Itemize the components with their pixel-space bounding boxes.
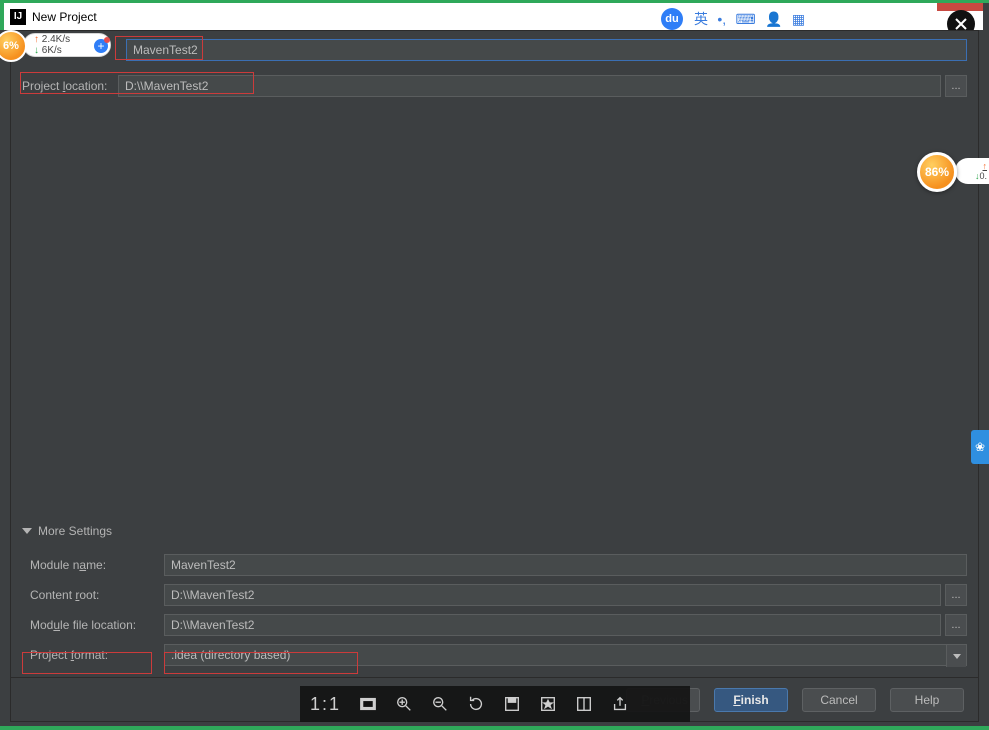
zoom-ratio: 1:1 <box>310 694 341 715</box>
project-location-browse-button[interactable]: ... <box>945 75 967 97</box>
ime-punct-icon[interactable]: •, <box>717 11 726 27</box>
content-root-row: Content root: D:\\MavenTest2 ... <box>22 580 967 610</box>
image-viewer-toolbar[interactable]: 1:1 <box>300 686 690 722</box>
help-button[interactable]: Help <box>890 688 964 712</box>
app-icon: IJ <box>10 9 26 25</box>
more-settings-toggle[interactable]: More Settings <box>22 524 967 538</box>
project-format-value: .idea (directory based) <box>171 648 290 662</box>
compare-icon[interactable] <box>575 695 593 713</box>
app-icon-text: IJ <box>14 11 22 22</box>
project-location-input[interactable]: D:\\MavenTest2 <box>118 75 941 97</box>
net-badge-right[interactable]: 86% <box>917 152 957 192</box>
project-name-input[interactable]: MavenTest2 <box>126 39 967 61</box>
favorite-icon[interactable] <box>539 695 557 713</box>
side-tab-button[interactable]: ❀ <box>971 430 989 464</box>
net-badge-right-strip[interactable]: 0. <box>955 158 989 184</box>
dialog-panel: MavenTest2 Project location: D:\\MavenTe… <box>10 30 979 722</box>
ime-grid-icon[interactable]: ▦ <box>792 11 805 27</box>
content-root-browse-button[interactable]: ... <box>945 584 967 606</box>
project-format-label: Project format: <box>22 648 164 662</box>
content-root-label: Content root: <box>22 588 164 602</box>
ime-lang[interactable]: 英 <box>694 11 708 27</box>
dropdown-chevron-icon[interactable] <box>946 645 966 667</box>
content-root-value: D:\\MavenTest2 <box>171 588 254 602</box>
share-icon[interactable] <box>611 695 629 713</box>
ime-user-icon[interactable]: 👤 <box>765 11 782 27</box>
module-file-browse-button[interactable]: ... <box>945 614 967 636</box>
module-name-row: Module name: MavenTest2 <box>22 550 967 580</box>
module-name-label: Module name: <box>22 558 164 572</box>
ime-toolbar[interactable]: du 英 •, ⌨ 👤 ▦ <box>657 6 827 32</box>
titlebar: IJ New Project <box>4 3 983 30</box>
ime-keyboard-icon[interactable]: ⌨ <box>735 11 755 27</box>
content-root-input[interactable]: D:\\MavenTest2 <box>164 584 941 606</box>
rotate-icon[interactable] <box>467 695 485 713</box>
project-location-label: Project location: <box>22 79 118 93</box>
net-right-down: 0. <box>975 171 987 181</box>
project-format-row: Project format: .idea (directory based) <box>22 640 967 670</box>
module-file-row: Module file location: D:\\MavenTest2 ... <box>22 610 967 640</box>
ime-logo-icon: du <box>661 8 683 30</box>
project-name-row: MavenTest2 <box>22 39 967 61</box>
module-name-value: MavenTest2 <box>171 558 236 572</box>
module-file-input[interactable]: D:\\MavenTest2 <box>164 614 941 636</box>
project-location-row: Project location: D:\\MavenTest2 ... <box>22 75 967 97</box>
window-title: New Project <box>32 10 97 24</box>
ime-icons[interactable]: 英 •, ⌨ 👤 ▦ <box>691 9 808 29</box>
net-plus-button[interactable]: + <box>92 37 110 55</box>
fit-screen-icon[interactable] <box>359 695 377 713</box>
finish-button[interactable]: Finish <box>714 688 788 712</box>
notification-dot-icon <box>104 37 110 43</box>
more-settings-label: More Settings <box>38 524 112 538</box>
chevron-down-icon <box>22 528 32 534</box>
cancel-button[interactable]: Cancel <box>802 688 876 712</box>
zoom-out-icon[interactable] <box>431 695 449 713</box>
module-file-value: D:\\MavenTest2 <box>171 618 254 632</box>
module-file-label: Module file location: <box>22 618 164 632</box>
project-location-value: D:\\MavenTest2 <box>125 79 208 93</box>
more-settings-section: More Settings Module name: MavenTest2 Co… <box>22 524 967 670</box>
save-icon[interactable] <box>503 695 521 713</box>
module-name-input[interactable]: MavenTest2 <box>164 554 967 576</box>
net-right-up <box>983 161 988 171</box>
close-icon <box>954 17 968 31</box>
zoom-in-icon[interactable] <box>395 695 413 713</box>
project-format-select[interactable]: .idea (directory based) <box>164 644 967 666</box>
window-chrome-bottom <box>0 726 989 730</box>
project-name-value: MavenTest2 <box>133 43 198 57</box>
